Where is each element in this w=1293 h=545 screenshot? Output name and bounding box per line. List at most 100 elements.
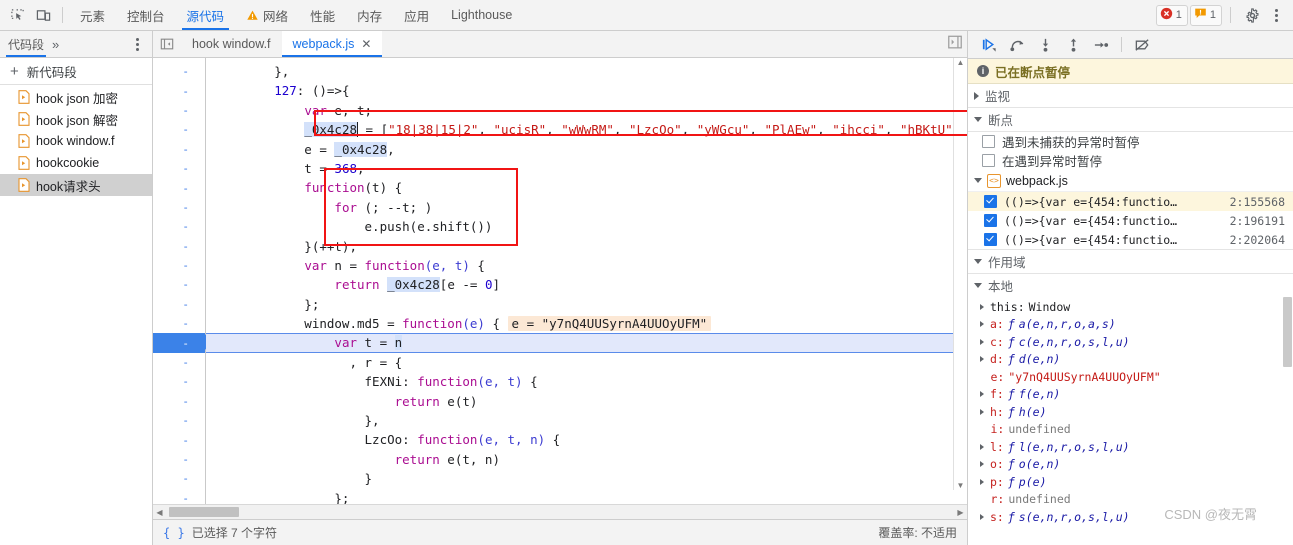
tab-elements[interactable]: 元素 [69, 0, 116, 30]
tab-performance[interactable]: 性能 [299, 0, 346, 30]
gutter-line[interactable]: - [153, 450, 205, 469]
breakpoint-row[interactable]: (()=>{var e={454:functio… 2:155568 [968, 192, 1293, 211]
code-line[interactable]: , r = { [206, 353, 967, 372]
chevron-right-icon[interactable] [980, 408, 984, 415]
chevron-right-icon[interactable] [980, 321, 984, 328]
breakpoint-checkbox[interactable] [984, 195, 997, 208]
code-line[interactable]: fEXNi: function(e, t) { [206, 372, 967, 391]
code-editor[interactable]: - - - - - - - - - - - - - - - - - - - - … [153, 58, 967, 504]
error-count-badge[interactable]: 1 [1155, 4, 1188, 26]
scroll-up-arrow-icon[interactable]: ▲ [957, 58, 965, 67]
gutter-line[interactable]: - [153, 295, 205, 314]
code-line[interactable]: return e(t, n) [206, 450, 967, 469]
gutter-line[interactable]: - [153, 159, 205, 178]
code-line[interactable]: e.push(e.shift()) [206, 217, 967, 236]
code-line[interactable]: }(++t); [206, 237, 967, 256]
watch-section-header[interactable]: 监视 [968, 84, 1293, 108]
code-line[interactable]: _0x4c28 = ["18|38|15|2", "ucisR", "wWwRM… [206, 120, 967, 139]
scope-row-o[interactable]: o: ƒ o(e,n) [968, 456, 1293, 474]
show-navigator-icon[interactable] [153, 31, 181, 57]
chevron-right-icon[interactable] [980, 443, 984, 450]
code-line[interactable]: return e(t) [206, 392, 967, 411]
chevron-right-icon[interactable] [980, 303, 984, 310]
scope-row-e[interactable]: e: "y7nQ4UUSyrnA4UUOyUFM" [968, 368, 1293, 386]
pause-uncaught-exceptions-row[interactable]: 遇到未捕获的异常时暂停 [968, 132, 1293, 151]
scope-row-i[interactable]: i: undefined [968, 421, 1293, 439]
editor-tab-hook-window-f[interactable]: hook window.f [181, 31, 282, 57]
tab-lighthouse[interactable]: Lighthouse [440, 0, 523, 30]
editor-horizontal-scrollbar[interactable]: ◀ ▶ [153, 504, 967, 519]
scope-section-header[interactable]: 作用域 [968, 249, 1293, 274]
device-toolbar-icon[interactable] [30, 3, 56, 27]
gutter-line[interactable]: - [153, 101, 205, 120]
scope-row-a[interactable]: a: ƒ a(e,n,r,o,a,s) [968, 316, 1293, 334]
navigator-kebab-menu-icon[interactable] [128, 33, 146, 55]
inspect-element-icon[interactable] [4, 3, 30, 27]
code-line[interactable]: return _0x4c28[e -= 0] [206, 275, 967, 294]
gutter-line[interactable]: - [153, 411, 205, 430]
warning-count-badge[interactable]: 1 [1189, 4, 1222, 26]
gear-icon[interactable] [1239, 3, 1265, 27]
tab-application[interactable]: 应用 [393, 0, 440, 30]
code-line[interactable]: t = 368, [206, 159, 967, 178]
debugger-scroll-thumb[interactable] [1283, 297, 1292, 367]
tab-memory[interactable]: 内存 [346, 0, 393, 30]
chevron-right-icon[interactable] [980, 338, 984, 345]
horizontal-scroll-thumb[interactable] [169, 507, 239, 517]
breakpoint-checkbox[interactable] [984, 233, 997, 246]
deactivate-breakpoints-button[interactable] [1129, 34, 1155, 56]
code-line[interactable]: LzcOo: function(e, t, n) { [206, 430, 967, 449]
chevron-right-icon[interactable] [980, 391, 984, 398]
tab-sources[interactable]: 源代码 [176, 0, 236, 30]
code-line[interactable]: }; [206, 489, 967, 504]
gutter-line[interactable]: - [153, 237, 205, 256]
gutter-line[interactable]: - [153, 81, 205, 100]
code-line[interactable]: e = _0x4c28, [206, 140, 967, 159]
chevron-right-icon[interactable] [980, 356, 984, 363]
scope-row-l[interactable]: l: ƒ l(e,n,r,o,s,l,u) [968, 438, 1293, 456]
step-over-button[interactable] [1004, 34, 1030, 56]
code-line[interactable]: var n = function(e, t) { [206, 256, 967, 275]
gutter-line[interactable]: - [153, 430, 205, 449]
gutter-line[interactable]: - [153, 198, 205, 217]
code-line-execution[interactable]: var t = n [206, 333, 967, 353]
new-snippet-button[interactable]: + 新代码段 [0, 58, 152, 85]
snippet-item-hook-request-header[interactable]: hook请求头 [0, 174, 152, 196]
step-into-button[interactable] [1032, 34, 1058, 56]
gutter-line[interactable]: - [153, 314, 205, 333]
scroll-left-arrow-icon[interactable]: ◀ [153, 508, 166, 517]
gutter-line[interactable]: - [153, 140, 205, 159]
more-tabs-icon[interactable]: » [52, 37, 59, 52]
code-line[interactable]: 127: ()=>{ [206, 81, 967, 100]
pause-exceptions-checkbox[interactable] [982, 154, 995, 167]
chevron-right-icon[interactable] [980, 461, 984, 468]
gutter-line[interactable]: - [153, 392, 205, 411]
editor-tab-webpack-js[interactable]: webpack.js ✕ [281, 31, 383, 57]
pause-exceptions-row[interactable]: 在遇到异常时暂停 [968, 151, 1293, 170]
local-scope-header[interactable]: 本地 [968, 274, 1293, 297]
snippet-item-hookcookie[interactable]: hookcookie [0, 152, 152, 174]
chevron-right-icon[interactable] [980, 478, 984, 485]
gutter-line[interactable]: - [153, 469, 205, 488]
collapse-sidebar-icon[interactable] [947, 34, 963, 54]
kebab-menu-icon[interactable] [1267, 4, 1285, 26]
code-line[interactable]: }; [206, 295, 967, 314]
code-line[interactable]: } [206, 469, 967, 488]
code-line[interactable]: function(t) { [206, 178, 967, 197]
code-line[interactable]: for (; --t; ) [206, 198, 967, 217]
gutter-line[interactable]: - [153, 353, 205, 372]
gutter-line[interactable]: - [153, 275, 205, 294]
scope-row-f[interactable]: f: ƒ f(e,n) [968, 386, 1293, 404]
snippet-item-hook-window-f[interactable]: hook window.f [0, 130, 152, 152]
code-line[interactable]: var e, t; [206, 101, 967, 120]
breakpoint-row[interactable]: (()=>{var e={454:functio… 2:202064 [968, 230, 1293, 249]
pretty-print-icon[interactable]: { } [163, 526, 185, 540]
tab-console[interactable]: 控制台 [116, 0, 176, 30]
tab-network[interactable]: 网络 [235, 0, 299, 30]
close-icon[interactable]: ✕ [361, 38, 371, 50]
gutter-line[interactable]: - [153, 372, 205, 391]
gutter-line[interactable]: - [153, 489, 205, 504]
code-line[interactable]: }, [206, 62, 967, 81]
pause-uncaught-checkbox[interactable] [982, 135, 995, 148]
gutter-line[interactable]: - [153, 120, 205, 139]
